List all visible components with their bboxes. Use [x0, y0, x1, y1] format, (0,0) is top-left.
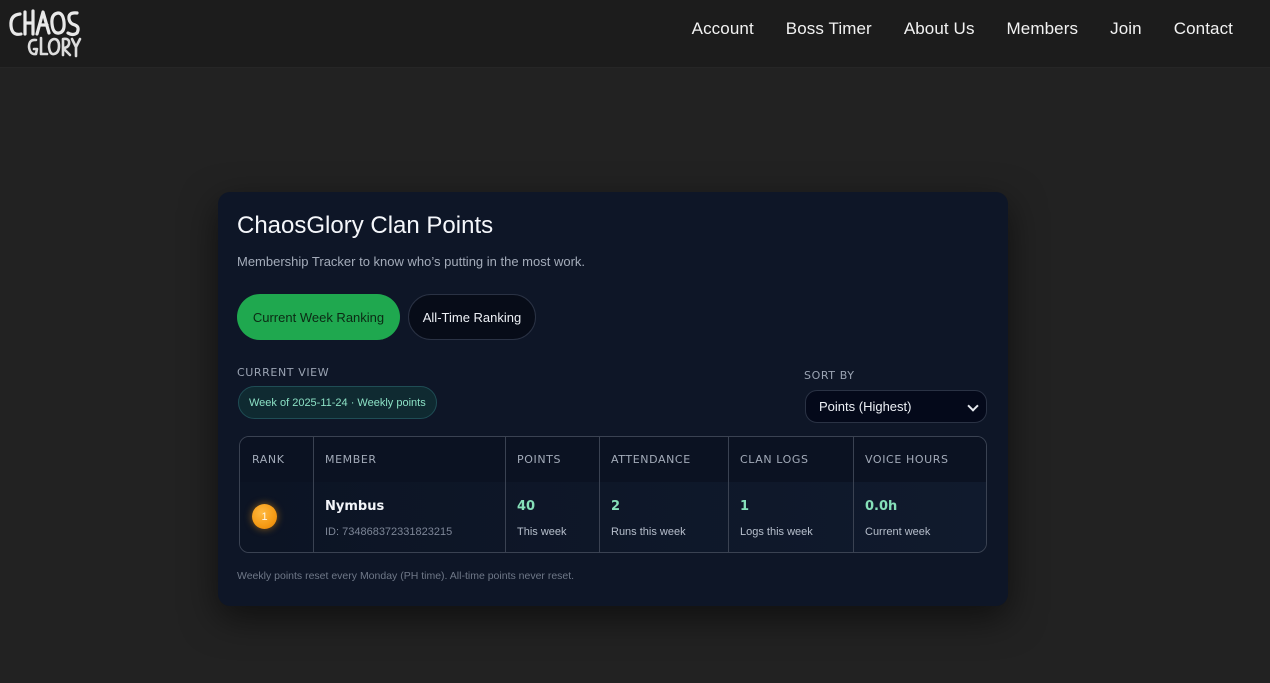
top-navbar: Account Boss Timer About Us Members Join… — [0, 0, 1270, 68]
column-header-clan-logs: CLAN LOGS — [740, 453, 809, 466]
nav-about-us-link[interactable]: About Us — [904, 19, 975, 39]
column-header-attendance: ATTENDANCE — [611, 453, 691, 466]
rank-medal-badge: 1 — [252, 504, 277, 529]
table-header-row: RANK MEMBER POINTS ATTENDANCE CLAN LOGS … — [240, 437, 986, 482]
nav-boss-timer-link[interactable]: Boss Timer — [786, 19, 872, 39]
points-cell: 40 This week — [505, 482, 599, 552]
nav-contact-link[interactable]: Contact — [1174, 19, 1233, 39]
current-view-label: CURRENT VIEW — [237, 366, 330, 379]
ranking-table: RANK MEMBER POINTS ATTENDANCE CLAN LOGS … — [239, 436, 987, 553]
member-id: ID: 734868372331823215 — [325, 526, 453, 538]
attendance-caption: Runs this week — [611, 526, 686, 538]
tab-current-week-ranking[interactable]: Current Week Ranking — [237, 294, 400, 340]
chevron-down-icon — [967, 400, 979, 412]
column-header-member: MEMBER — [325, 453, 377, 466]
column-divider — [505, 437, 506, 552]
column-divider — [599, 437, 600, 552]
column-divider — [313, 437, 314, 552]
voice-hours-value: 0.0h — [865, 499, 898, 514]
voice-hours-cell: 0.0h Current week — [853, 482, 986, 552]
column-header-voice-hours: VOICE HOURS — [865, 453, 949, 466]
clan-points-card: ChaosGlory Clan Points Membership Tracke… — [218, 192, 1008, 606]
page-subtitle: Membership Tracker to know who’s putting… — [237, 254, 586, 269]
nav-join-link[interactable]: Join — [1110, 19, 1142, 39]
clan-logs-cell: 1 Logs this week — [728, 482, 853, 552]
tab-all-time-ranking[interactable]: All-Time Ranking — [408, 294, 536, 340]
nav-account-link[interactable]: Account — [692, 19, 754, 39]
attendance-value: 2 — [611, 499, 621, 514]
member-cell: Nymbus ID: 734868372331823215 — [313, 482, 505, 552]
chaos-glory-logo[interactable] — [6, 4, 82, 60]
attendance-cell: 2 Runs this week — [599, 482, 728, 552]
member-name: Nymbus — [325, 499, 385, 514]
table-row: 1 Nymbus ID: 734868372331823215 40 This … — [240, 482, 986, 552]
current-view-badge: Week of 2025-11-24 · Weekly points — [238, 386, 437, 419]
sort-by-label: SORT BY — [804, 369, 855, 382]
voice-hours-caption: Current week — [865, 526, 931, 538]
column-header-rank: RANK — [252, 453, 285, 466]
column-header-points: POINTS — [517, 453, 562, 466]
rank-cell: 1 — [240, 482, 313, 552]
clan-logs-value: 1 — [740, 499, 750, 514]
points-value: 40 — [517, 499, 536, 514]
page-title: ChaosGlory Clan Points — [237, 212, 494, 239]
sort-by-selected-value: Points (Highest) — [819, 399, 912, 414]
main-nav: Account Boss Timer About Us Members Join… — [692, 0, 1233, 58]
reset-footnote: Weekly points reset every Monday (PH tim… — [237, 570, 575, 582]
column-divider — [853, 437, 854, 552]
column-divider — [728, 437, 729, 552]
sort-by-select[interactable]: Points (Highest) — [805, 390, 987, 423]
nav-members-link[interactable]: Members — [1007, 19, 1079, 39]
points-caption: This week — [517, 526, 567, 538]
clan-logs-caption: Logs this week — [740, 526, 813, 538]
